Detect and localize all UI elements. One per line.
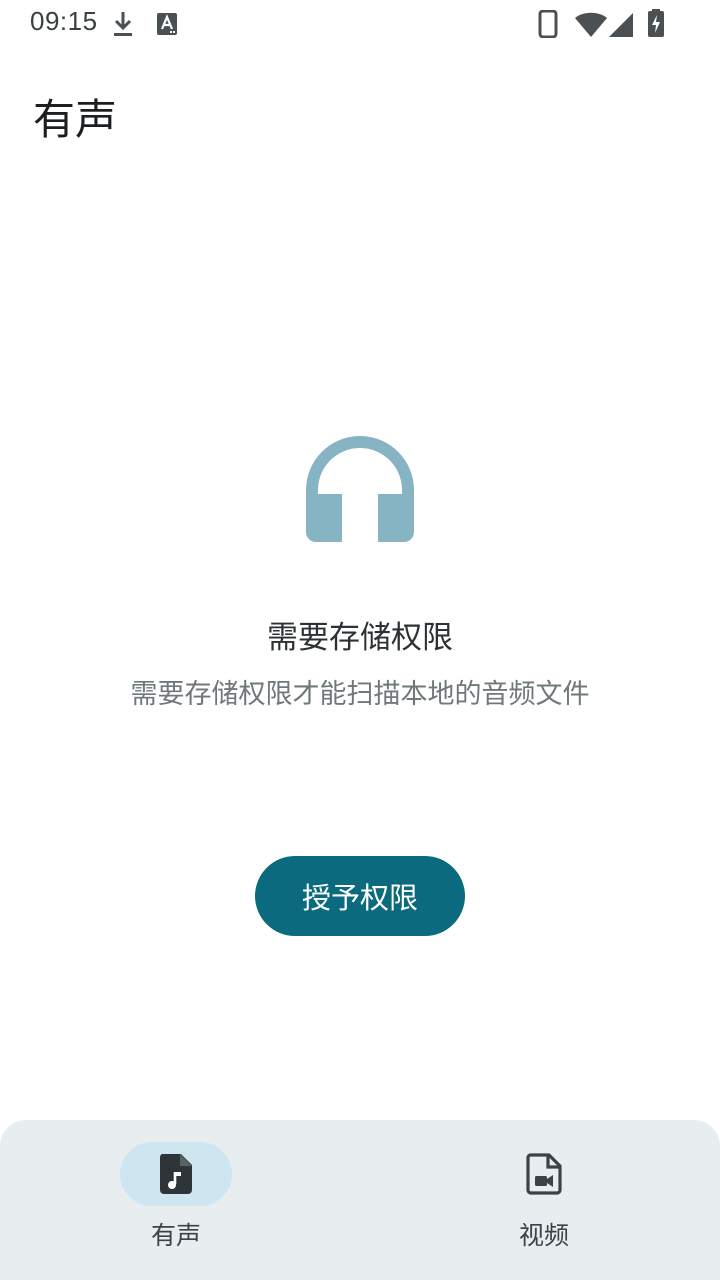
bottom-navigation: 有声 视频	[0, 1120, 720, 1280]
status-bar: 09:15	[0, 0, 720, 48]
download-icon	[114, 12, 132, 36]
screen: 09:15 有声 需要存储权限 需要存储权限才能扫描本地的音频文件 授予权限 有…	[0, 0, 720, 1280]
wifi-icon	[575, 12, 607, 37]
phone-icon	[538, 10, 558, 38]
status-time: 09:15	[30, 6, 98, 36]
nav-label-video: 视频	[518, 1221, 569, 1250]
headphones-icon	[306, 436, 414, 542]
nav-item-audio[interactable]: 有声	[0, 1120, 360, 1280]
empty-state-description: 需要存储权限才能扫描本地的音频文件	[130, 679, 590, 710]
audio-file-icon	[159, 1154, 192, 1194]
nav-label-audio: 有声	[150, 1221, 201, 1250]
signal-icon	[609, 13, 633, 37]
empty-state-title: 需要存储权限	[267, 620, 453, 656]
a-keyboard-icon	[157, 13, 177, 35]
grant-permission-button[interactable]: 授予权限	[255, 856, 465, 936]
video-file-icon	[526, 1153, 562, 1195]
battery-charging-icon	[648, 9, 664, 37]
page-title: 有声	[33, 95, 118, 144]
nav-item-video[interactable]: 视频	[360, 1120, 720, 1280]
